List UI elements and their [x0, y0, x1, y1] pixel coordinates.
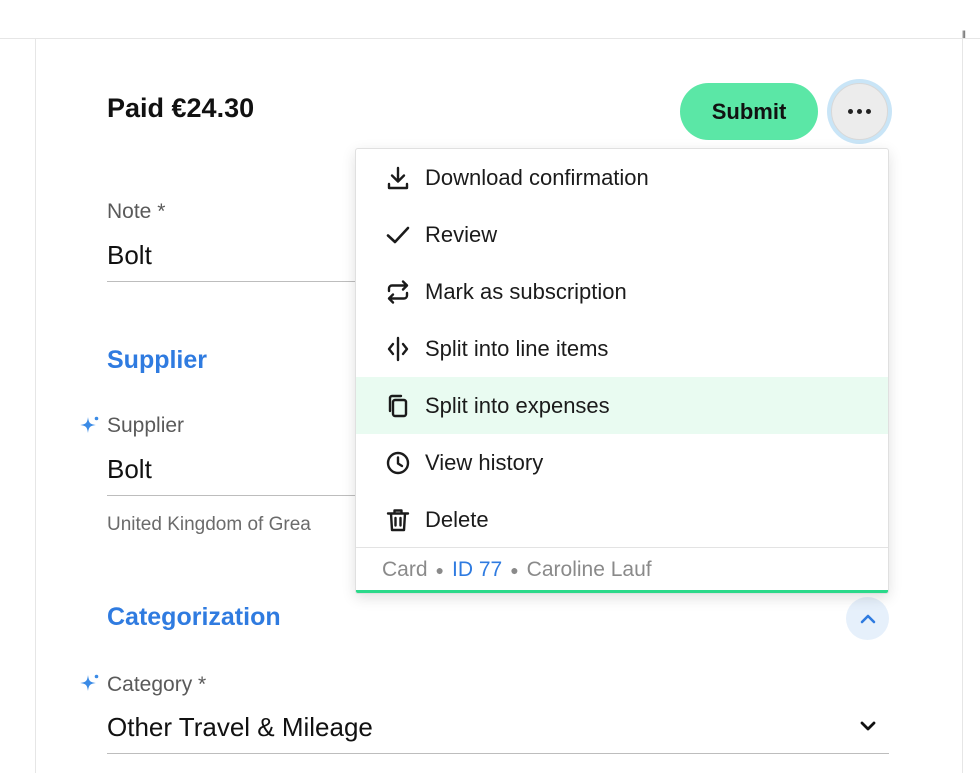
separator-dot: ● — [510, 561, 519, 578]
menu-accent-bar — [356, 590, 888, 593]
note-underline — [107, 281, 357, 282]
ai-sparkle-icon — [80, 416, 99, 433]
supplier-section-title: Supplier — [107, 346, 208, 374]
menu-item-label: Download confirmation — [425, 164, 649, 190]
menu-item-label: Mark as subscription — [425, 278, 627, 304]
category-select[interactable]: Other Travel & Mileage — [107, 712, 373, 743]
categorization-section-title: Categorization — [107, 603, 281, 631]
note-input[interactable]: Bolt — [107, 240, 152, 271]
note-label: Note * — [107, 200, 166, 223]
menu-item-label: Review — [425, 221, 498, 247]
download-icon — [383, 163, 413, 193]
right-divider — [962, 39, 963, 773]
split-icon — [383, 334, 413, 364]
repeat-icon — [383, 277, 413, 307]
payment-method: Card — [382, 557, 428, 581]
submit-button[interactable]: Submit — [680, 83, 818, 140]
menu-item-mark-as-subscription[interactable]: Mark as subscription — [356, 263, 888, 320]
supplier-label: Supplier — [107, 414, 185, 437]
supplier-country: United Kingdom of Grea — [107, 514, 311, 535]
chevron-down-icon[interactable] — [855, 713, 881, 739]
menu-item-delete[interactable]: Delete — [356, 491, 888, 548]
copy-icon — [383, 391, 413, 421]
separator-dot: ● — [435, 561, 444, 578]
more-options-icon — [831, 83, 888, 140]
category-label: Category * — [107, 673, 207, 696]
supplier-input[interactable]: Bolt — [107, 454, 152, 485]
menu-item-label: View history — [425, 449, 544, 475]
menu-item-view-history[interactable]: View history — [356, 434, 888, 491]
menu-item-review[interactable]: Review — [356, 206, 888, 263]
more-options-menu: Download confirmation Review Mark as sub… — [355, 148, 889, 594]
trash-icon — [383, 505, 413, 535]
menu-item-label: Delete — [425, 506, 489, 532]
top-bar — [0, 0, 980, 39]
category-underline — [107, 753, 889, 754]
expense-id-link[interactable]: ID 77 — [452, 558, 502, 582]
clock-icon — [383, 448, 413, 478]
ai-sparkle-icon — [80, 674, 99, 691]
menu-item-split-into-expenses[interactable]: Split into expenses — [356, 377, 888, 434]
chevron-up-icon — [860, 614, 875, 623]
more-options-button[interactable] — [827, 79, 892, 144]
menu-item-label: Split into line items — [425, 335, 609, 361]
menu-item-split-into-line-items[interactable]: Split into line items — [356, 320, 888, 377]
left-divider — [35, 39, 36, 773]
menu-item-download-confirmation[interactable]: Download confirmation — [356, 149, 888, 206]
paid-amount: Paid €24.30 — [107, 93, 255, 123]
menu-footer: Card ● ID 77 ● Caroline Lauf — [356, 547, 888, 591]
expense-owner: Caroline Lauf — [526, 557, 652, 581]
check-icon — [383, 220, 413, 250]
supplier-underline — [107, 495, 357, 496]
menu-item-label: Split into expenses — [425, 392, 610, 418]
collapse-section-button[interactable] — [846, 597, 889, 640]
